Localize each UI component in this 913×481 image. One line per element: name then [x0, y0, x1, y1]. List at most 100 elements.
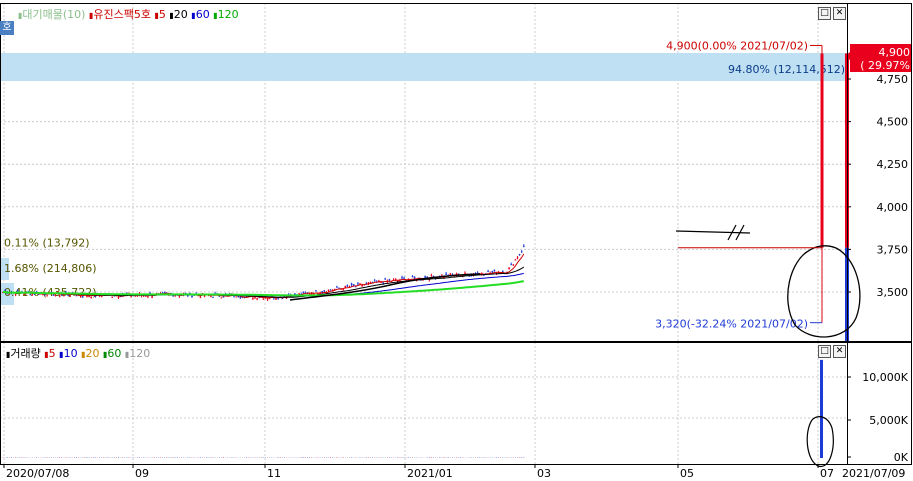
- candle-body: [350, 283, 353, 286]
- candle-body: [239, 297, 242, 299]
- candle-body: [516, 257, 519, 259]
- legend-item[interactable]: 20: [174, 8, 192, 21]
- candle-body: [510, 264, 512, 266]
- candle-body: [147, 295, 149, 297]
- candle-body: [403, 277, 405, 279]
- volume-spike-bar: [820, 359, 823, 458]
- candle-body: [315, 290, 317, 292]
- candle-body: [220, 297, 223, 299]
- candle-body: [523, 245, 525, 247]
- legend-item[interactable]: 20: [85, 347, 103, 360]
- x-tick-label: 2020/07/08: [6, 467, 69, 480]
- candle-body: [58, 295, 61, 297]
- close-icon[interactable]: ✕: [833, 7, 846, 20]
- candle-body: [487, 271, 489, 273]
- candle-body: [449, 273, 452, 275]
- candle-body: [86, 295, 88, 297]
- legend-item[interactable]: 120: [218, 8, 239, 21]
- legend-item[interactable]: 120: [129, 347, 150, 360]
- legend-item[interactable]: 10: [64, 347, 82, 360]
- candle-body: [491, 271, 494, 273]
- candle-body: [54, 294, 57, 296]
- hand-drawn-horizontal-mark: [675, 230, 751, 234]
- legend-item[interactable]: 60: [107, 347, 125, 360]
- candle-body: [117, 296, 120, 299]
- x-tick-label: 09: [135, 467, 149, 480]
- candle-body: [222, 296, 225, 298]
- panel-toggle-button[interactable]: 호: [0, 21, 14, 35]
- candle-body: [514, 259, 517, 261]
- legend-item[interactable]: 5: [49, 347, 60, 360]
- candle-body: [382, 282, 384, 284]
- candle-body: [262, 298, 265, 300]
- overhang-label: 0.11% (13,792): [4, 237, 90, 250]
- legend-item[interactable]: 대기매물(10): [22, 8, 89, 21]
- legend-item[interactable]: 5: [159, 8, 170, 21]
- overhang-label: 94.80% (12,114,512): [728, 63, 845, 76]
- y-tick-label: 3,750: [877, 243, 909, 256]
- candle-body: [411, 276, 414, 278]
- candle-body-spike: [820, 53, 824, 248]
- candle-body: [323, 290, 326, 292]
- legend-item[interactable]: 유진스팩5호: [93, 8, 154, 21]
- volume-bars: [2, 359, 834, 467]
- legend-item[interactable]: 거래량: [10, 347, 44, 360]
- candle-body: [199, 296, 202, 298]
- volume-close-icon[interactable]: ✕: [833, 345, 846, 358]
- candle-body: [520, 251, 523, 253]
- candle-body: [100, 296, 103, 298]
- candle-body: [344, 286, 347, 288]
- candle-body: [413, 276, 416, 279]
- candle-body: [23, 293, 25, 295]
- candle-body: [212, 296, 214, 298]
- candle-body: [52, 294, 55, 296]
- max-price-annotation: 4,900(0.00% 2021/07/02): [666, 39, 808, 52]
- stock-chart-window: 94.80% (12,114,512) 0.11% (13,792) 1.68% (…: [0, 0, 913, 481]
- volume-y-tick-label: 0K: [894, 451, 909, 464]
- x-tick-label: 11: [267, 467, 281, 480]
- candle-body: [210, 295, 212, 297]
- candle-body: [424, 276, 426, 278]
- candle-body: [388, 279, 391, 281]
- y-tick-label: 4,250: [877, 158, 909, 171]
- volume-y-tick-label: 5,000K: [869, 414, 908, 427]
- candle-body: [327, 289, 330, 291]
- candle-body: [430, 275, 433, 277]
- candle-body: [518, 254, 521, 256]
- candle-body: [46, 295, 48, 297]
- candle-body: [111, 296, 113, 298]
- overhang-band-main: [0, 53, 847, 81]
- candle-body: [233, 296, 235, 298]
- current-price-change: ( 29.97%: [860, 59, 910, 72]
- candle-body: [445, 273, 447, 275]
- candle-body: [90, 296, 92, 298]
- candle-body: [369, 281, 372, 283]
- candle-body: [277, 298, 279, 300]
- maximize-icon[interactable]: □: [818, 7, 831, 20]
- candle-body: [361, 285, 363, 287]
- candle-body: [145, 295, 147, 297]
- volume-legend: ▮거래량 ▮5 ▮10 ▮20 ▮60 ▮120: [6, 347, 150, 361]
- price-legend: ▮대기매물(10) ▮유진스팩5호 ▮5 ▮20 ▮60 ▮120: [18, 8, 239, 22]
- current-price-value: 4,900: [879, 46, 911, 59]
- candle-body: [346, 285, 349, 287]
- candle-body: [352, 284, 355, 286]
- candle-body: [508, 267, 510, 270]
- candle-body: [357, 283, 359, 285]
- candle-body: [29, 294, 32, 296]
- candle-body: [336, 286, 338, 288]
- candle-body: [67, 295, 69, 297]
- candle-body: [329, 289, 332, 291]
- candle-body: [384, 278, 386, 280]
- volume-y-tick-label: 10,000K: [862, 371, 908, 384]
- candle-body: [14, 294, 17, 296]
- x-tick-label: 03: [537, 467, 551, 480]
- candle-body: [266, 297, 269, 300]
- candle-body: [294, 293, 296, 295]
- x-tick-label: 07: [820, 467, 834, 480]
- candle-body: [256, 298, 258, 300]
- chart-canvas: 94.80% (12,114,512) 0.11% (13,792) 1.68% (…: [0, 3, 912, 480]
- volume-maximize-icon[interactable]: □: [818, 345, 831, 358]
- candles: [2, 53, 849, 341]
- legend-item[interactable]: 60: [196, 8, 214, 21]
